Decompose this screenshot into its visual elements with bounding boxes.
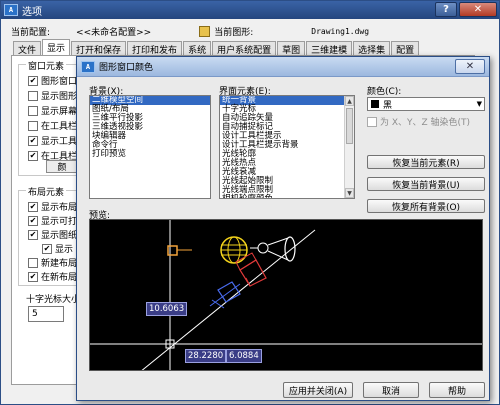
apply-close-button[interactable]: 应用并关闭(A) bbox=[283, 382, 353, 398]
crosshair-size-label: 十字光标大小 bbox=[26, 295, 81, 305]
context-list-item[interactable]: 打印预览 bbox=[90, 150, 210, 159]
tab-drafting[interactable]: 草图 bbox=[277, 41, 306, 56]
option-label: 显示 bbox=[55, 245, 74, 255]
cancel-button[interactable]: 取消 bbox=[363, 382, 419, 398]
help-title-button[interactable]: ? bbox=[435, 2, 457, 17]
interface-element-list-item[interactable]: 相机轮廓颜色 bbox=[220, 195, 344, 199]
restore-all-button[interactable]: 恢复所有背景(O) bbox=[367, 199, 485, 213]
checkbox[interactable]: ✔ bbox=[42, 243, 52, 254]
restore-element-button[interactable]: 恢复当前元素(R) bbox=[367, 155, 485, 169]
scrollbar-thumb[interactable] bbox=[346, 108, 353, 144]
tab-system[interactable]: 系统 bbox=[183, 41, 212, 56]
option-label: 在工具栏 bbox=[41, 122, 78, 132]
color-value: 黑 bbox=[383, 100, 393, 111]
option-label: 显示可打 bbox=[41, 217, 78, 227]
dimension-tooltip-x: 28.2280 bbox=[185, 349, 227, 363]
current-profile-label: 当前配置: bbox=[11, 27, 51, 38]
tab-plot-publish[interactable]: 打印和发布 bbox=[127, 41, 183, 56]
current-drawing-label: 当前图形: bbox=[214, 27, 254, 38]
dialog-title: 图形窗口颜色 bbox=[99, 63, 154, 73]
scroll-down-arrow-icon[interactable]: ▼ bbox=[345, 188, 354, 198]
tab-3d-modeling[interactable]: 三维建模 bbox=[306, 41, 353, 56]
close-window-button[interactable]: ✕ bbox=[459, 2, 497, 17]
layout-elements-title: 布局元素 bbox=[26, 185, 67, 198]
options-title-bar: A 选项 ? ✕ bbox=[1, 1, 499, 19]
interface-element-list[interactable]: 统一背景 十字光标 自动追踪矢量 自动捕捉标记 设计工具栏提示 设计工具栏提示背景 光线轮廓… bbox=[219, 95, 355, 199]
scroll-up-arrow-icon[interactable]: ▲ bbox=[345, 96, 354, 106]
checkbox[interactable] bbox=[28, 257, 38, 268]
tab-display[interactable]: 显示 bbox=[42, 39, 71, 55]
preview-panel: 10.6063 28.2280 6.0884 bbox=[89, 219, 483, 371]
tint-axes-label: 为 X、Y、Z 轴染色(T) bbox=[380, 118, 471, 128]
checkbox[interactable]: ✔ bbox=[28, 215, 38, 226]
option-label: 显示图纸 bbox=[41, 231, 78, 241]
color-label: 颜色(C): bbox=[367, 87, 402, 97]
checkbox[interactable]: ✔ bbox=[28, 271, 38, 282]
checkbox[interactable]: ✔ bbox=[28, 135, 38, 146]
tab-selection[interactable]: 选择集 bbox=[353, 41, 391, 56]
checkbox[interactable]: ✔ bbox=[28, 150, 38, 161]
tab-open-save[interactable]: 打开和保存 bbox=[71, 41, 127, 56]
color-swatch bbox=[371, 100, 379, 108]
drawing-file-icon bbox=[199, 25, 211, 37]
checkbox[interactable] bbox=[28, 120, 38, 131]
tab-user-preferences[interactable]: 用户系统配置 bbox=[212, 41, 277, 56]
interface-list-scrollbar[interactable]: ▲ ▼ bbox=[344, 96, 354, 198]
option-label: 显示布局 bbox=[41, 203, 78, 213]
option-label: 显示图形 bbox=[41, 92, 78, 102]
option-label: 显示工具 bbox=[41, 137, 78, 147]
drawing-window-colors-dialog: A 图形窗口颜色 ✕ 背景(X): 二维模型空间 图纸/布局 三维平行投影 三维透视投… bbox=[76, 56, 490, 401]
option-label: 显示屏幕 bbox=[41, 107, 78, 117]
crosshair-size-input[interactable]: 5 bbox=[28, 306, 64, 322]
options-tabs: 文件 显示 打开和保存 打印和发布 系统 用户系统配置 草图 三维建模 选择集 … bbox=[13, 39, 420, 56]
checkbox[interactable] bbox=[28, 105, 38, 116]
close-dialog-button[interactable]: ✕ bbox=[455, 59, 485, 74]
checkbox[interactable] bbox=[28, 90, 38, 101]
checkbox[interactable]: ✔ bbox=[28, 201, 38, 212]
checkbox[interactable]: ✔ bbox=[28, 75, 38, 86]
dialog-title-bar: A 图形窗口颜色 ✕ bbox=[77, 57, 489, 77]
help-button[interactable]: 帮助 bbox=[429, 382, 485, 398]
restore-context-button[interactable]: 恢复当前背景(U) bbox=[367, 177, 485, 191]
option-label: 新建布局 bbox=[41, 259, 78, 269]
autocad-logo-icon: A bbox=[4, 4, 18, 16]
tint-axes-checkbox[interactable] bbox=[367, 116, 377, 127]
tab-profiles[interactable]: 配置 bbox=[391, 41, 420, 56]
spotlight-icon bbox=[250, 236, 296, 262]
current-profile-value: <<未命名配置>> bbox=[76, 27, 152, 38]
dimension-tooltip-length: 10.6063 bbox=[146, 302, 188, 316]
preview-canvas bbox=[90, 220, 482, 370]
current-drawing-value: Drawing1.dwg bbox=[311, 26, 370, 36]
colors-button[interactable]: 颜 bbox=[46, 160, 78, 173]
options-title: 选项 bbox=[22, 6, 42, 18]
checkbox[interactable]: ✔ bbox=[28, 229, 38, 240]
tab-files[interactable]: 文件 bbox=[13, 41, 42, 56]
autosnap-marker-icon bbox=[167, 245, 178, 256]
option-label: 图形窗口 bbox=[41, 77, 78, 87]
window-elements-title: 窗口元素 bbox=[26, 59, 67, 72]
camera-icon bbox=[235, 252, 267, 287]
tint-axes-option[interactable]: 为 X、Y、Z 轴染色(T) bbox=[367, 115, 470, 128]
context-list[interactable]: 二维模型空间 图纸/布局 三维平行投影 三维透视投影 块编辑器 命令行 打印预览 bbox=[89, 95, 211, 199]
chevron-down-icon[interactable]: ▼ bbox=[477, 100, 482, 108]
autocad-logo-icon: A bbox=[81, 60, 95, 73]
option-label: 在新布局 bbox=[41, 273, 78, 283]
dimension-tooltip-y: 6.0884 bbox=[226, 349, 262, 363]
color-select[interactable]: 黑 ▼ bbox=[367, 97, 485, 111]
profile-row: 当前配置: <<未命名配置>> 当前图形: Drawing1.dwg bbox=[11, 25, 489, 38]
